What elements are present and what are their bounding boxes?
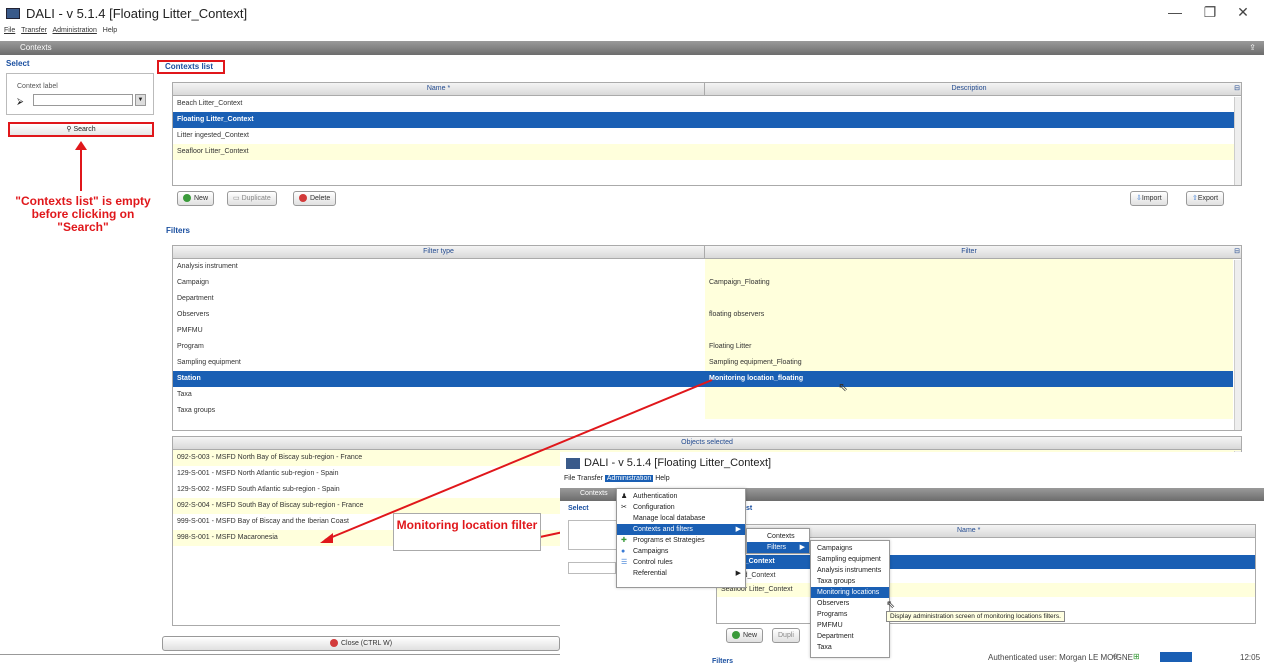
overlay-menubar: File Transfer Administration Help [564, 475, 670, 482]
arrowhead-objects [320, 533, 333, 543]
overlay-select-panel [568, 520, 618, 550]
label: Authentication [633, 493, 678, 500]
label: Filters [767, 544, 787, 551]
submenu-observers[interactable]: Observers [811, 598, 889, 609]
submenu-programs[interactable]: Programs [811, 609, 889, 620]
submenu-pmfmu[interactable]: PMFMU [811, 620, 889, 631]
chevron-right-icon: ▶ [799, 544, 805, 551]
submenu-contexts[interactable]: Contexts [747, 531, 809, 542]
cursor-icon: ⇖ [838, 380, 849, 394]
chevron-right-icon: ▶ [735, 526, 741, 533]
menu-referential[interactable]: Referential ▶ [617, 568, 745, 579]
submenu-analysis-instruments[interactable]: Analysis instruments [811, 565, 889, 576]
overlay-contexts-label: Contexts [580, 490, 608, 497]
menu-authentication[interactable]: ♟ Authentication [617, 491, 745, 502]
cursor-icon: ⇖ [886, 599, 896, 611]
overlay-search-button[interactable] [568, 562, 616, 574]
annotation-box: Monitoring location filter [393, 513, 541, 551]
overlay-menu-transfer[interactable]: Transfer [577, 475, 603, 482]
menu-campaigns[interactable]: ● Campaigns [617, 546, 745, 557]
submenu-taxa-groups[interactable]: Taxa groups [811, 576, 889, 587]
label: Programs et Strategies [633, 537, 705, 544]
overlay-select: Select [568, 505, 589, 512]
user-icon: ♟ [621, 493, 628, 500]
tools-icon: ✂ [621, 504, 627, 511]
overlay-menu-administration[interactable]: Administration [604, 475, 654, 482]
overlay-screenshot: DALI - v 5.1.4 [Floating Litter_Context]… [560, 452, 1264, 670]
annotation-monitoring: Monitoring location filter [396, 518, 538, 532]
overlay-dupl-label: Dupli [778, 632, 794, 639]
menu-manage-db[interactable]: Manage local database [617, 513, 745, 524]
plus-icon: ✚ [621, 537, 627, 544]
overlay-new-button[interactable]: New [726, 628, 764, 643]
tooltip: Display administration screen of monitor… [886, 611, 1065, 622]
label: Configuration [633, 504, 675, 511]
overlay-row[interactable]: Seafloor Litter_Context [717, 583, 1255, 597]
menu-programs[interactable]: ✚ Programs et Strategies [617, 535, 745, 546]
status-info-icon: ⚙ [1112, 652, 1120, 661]
submenu-taxa[interactable]: Taxa [811, 642, 889, 653]
administration-menu: ♟ Authentication ✂ Configuration Manage lo… [616, 488, 746, 588]
campaign-icon: ● [621, 548, 626, 555]
overlay-new-label: New [743, 632, 758, 639]
overlay-menu-file[interactable]: File [564, 475, 575, 482]
overlay-duplicate-button[interactable]: Dupli [772, 628, 800, 643]
label: Referential [633, 570, 667, 577]
overlay-title: DALI - v 5.1.4 [Floating Litter_Context] [584, 457, 772, 469]
submenu-campaigns[interactable]: Campaigns [811, 543, 889, 554]
submenu-filters[interactable]: Filters ▶ [747, 542, 809, 553]
status-progress [1160, 652, 1192, 662]
overlay-row-selected[interactable]: g Litter_Context [717, 555, 1255, 569]
status-network-icon: ⊞ [1133, 652, 1140, 661]
overlay-app-icon [566, 458, 580, 469]
filters-submenu: Campaigns Sampling equipment Analysis in… [810, 540, 890, 658]
menu-control-rules[interactable]: ☰ Control rules [617, 557, 745, 568]
submenu-department[interactable]: Department [811, 631, 889, 642]
status-time: 12:05 [1240, 653, 1261, 662]
chevron-right-icon: ▶ [735, 570, 741, 577]
submenu-monitoring-locations[interactable]: Monitoring locations [811, 587, 889, 598]
label: Campaigns [633, 548, 669, 555]
menu-configuration[interactable]: ✂ Configuration [617, 502, 745, 513]
label: Control rules [633, 559, 673, 566]
menu-contexts-filters[interactable]: Contexts and filters ▶ [617, 524, 745, 535]
overlay-row[interactable]: ingested_Context [717, 569, 1255, 583]
submenu-sampling-equipment[interactable]: Sampling equipment [811, 554, 889, 565]
label: Manage local database [633, 515, 706, 522]
rules-icon: ☰ [621, 559, 628, 566]
overlay-menu-help[interactable]: Help [655, 475, 669, 482]
overlay-filters: Filters [712, 658, 734, 665]
label: Contexts and filters [633, 526, 693, 533]
contexts-filters-submenu: Contexts Filters ▶ [746, 528, 810, 554]
